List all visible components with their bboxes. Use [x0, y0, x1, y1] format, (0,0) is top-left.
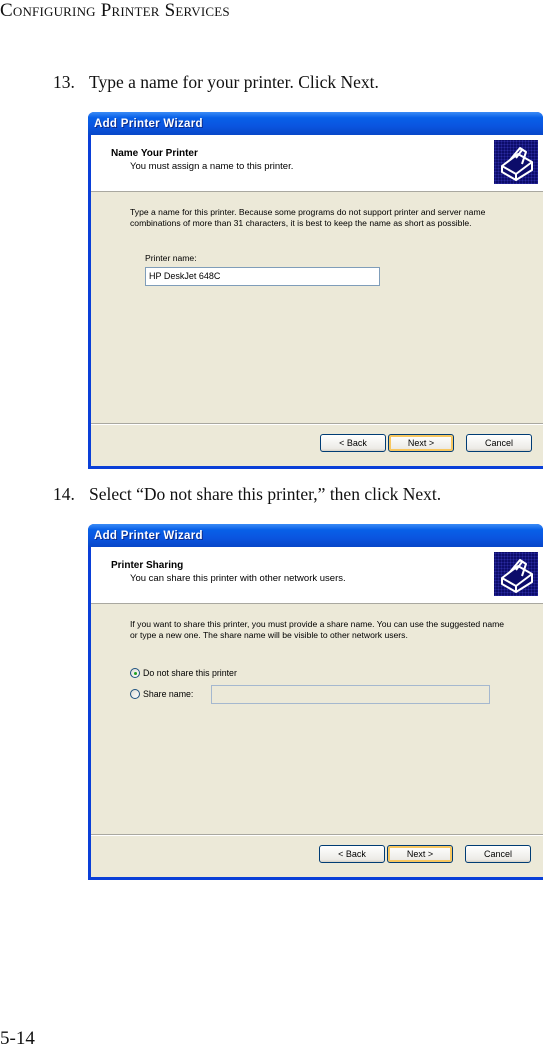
dialog-title: Add Printer Wizard: [88, 112, 543, 135]
wizard-header-title: Name Your Printer: [111, 148, 198, 159]
radio-selected-icon[interactable]: [130, 668, 140, 678]
wizard-header: Name Your Printer You must assign a name…: [91, 135, 543, 192]
step-number: 13.: [53, 72, 75, 92]
running-head: Configuring Printer Services: [0, 0, 230, 21]
footer-divider: [91, 834, 543, 836]
step-14: 14. Select “Do not share this printer,” t…: [53, 484, 441, 505]
cancel-button[interactable]: Cancel: [465, 845, 531, 863]
share-name-input[interactable]: [211, 685, 490, 704]
printer-icon: [494, 552, 538, 596]
wizard-header: Printer Sharing You can share this print…: [91, 547, 543, 604]
dialog-client: Name Your Printer You must assign a name…: [91, 135, 543, 466]
wizard-header-subtitle: You must assign a name to this printer.: [130, 161, 294, 172]
next-button[interactable]: Next >: [387, 845, 453, 863]
do-not-share-label: Do not share this printer: [143, 668, 237, 678]
step-number: 14.: [53, 484, 75, 504]
instruction-text: Type a name for this printer. Because so…: [130, 207, 486, 228]
printer-name-label: Printer name:: [145, 253, 197, 263]
add-printer-wizard-sharing-dialog: Add Printer Wizard Printer Sharing You c…: [88, 524, 543, 880]
step-13: 13. Type a name for your printer. Click N…: [53, 72, 379, 93]
do-not-share-option[interactable]: Do not share this printer: [130, 668, 237, 678]
step-text: Select “Do not share this printer,” then…: [89, 484, 442, 504]
wizard-header-title: Printer Sharing: [111, 560, 184, 571]
instruction-text: If you want to share this printer, you m…: [130, 619, 505, 640]
cancel-button[interactable]: Cancel: [466, 434, 532, 452]
printer-icon: [494, 140, 538, 184]
next-button[interactable]: Next >: [388, 434, 454, 452]
footer-divider: [91, 423, 543, 425]
wizard-header-subtitle: You can share this printer with other ne…: [130, 573, 346, 584]
dialog-client: Printer Sharing You can share this print…: [91, 547, 543, 877]
dialog-title: Add Printer Wizard: [88, 524, 543, 547]
radio-unselected-icon[interactable]: [130, 689, 140, 699]
back-button[interactable]: < Back: [320, 434, 386, 452]
share-name-option[interactable]: Share name:: [130, 689, 193, 699]
add-printer-wizard-name-dialog: Add Printer Wizard Name Your Printer You…: [88, 112, 543, 469]
share-name-label: Share name:: [143, 689, 194, 699]
step-text: Type a name for your printer. Click Next…: [89, 72, 379, 92]
printer-name-input[interactable]: HP DeskJet 648C: [145, 267, 380, 286]
back-button[interactable]: < Back: [319, 845, 385, 863]
